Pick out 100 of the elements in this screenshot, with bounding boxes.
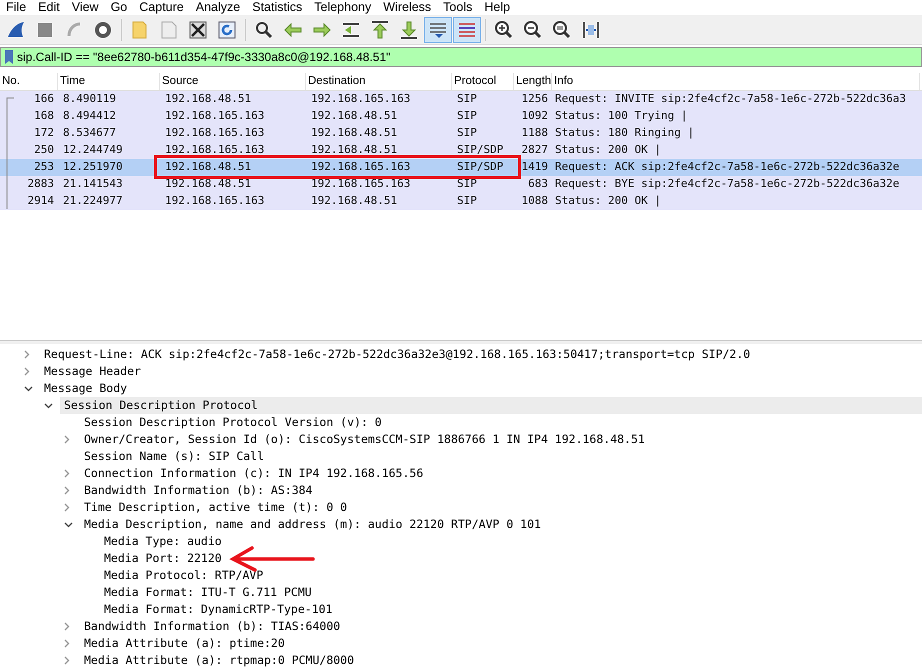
tree-item[interactable]: Media Description, name and address (m): audio 22120 RTP/AVP 0 101 <box>80 516 541 534</box>
table-cell: 1088 <box>522 194 548 208</box>
up-arrow-icon <box>369 18 391 40</box>
tree-item[interactable]: Bandwidth Information (b): AS:384 <box>80 482 312 500</box>
table-cell: 8.534677 <box>63 126 116 140</box>
table-cell: Request: INVITE sip:2fe4cf2c-7a58-1e6c-272b-522dc36a3 <box>555 92 906 106</box>
expand-chevron-icon[interactable] <box>64 622 70 631</box>
collapse-chevron-icon[interactable] <box>44 402 53 408</box>
tree-item[interactable]: Message Header <box>40 362 141 380</box>
table-cell: SIP/SDP <box>457 143 504 156</box>
packet-row[interactable]: 2883 21.141543 192.168.48.51 192.168.165.163 SIP 683 Request: BYE sip:2fe4cf2c-7a58-1e6c-272b-522dc36a32e <box>0 176 922 193</box>
packet-row[interactable]: 2914 21.224977 192.168.165.163 192.168.48.51 SIP 1088 Status: 200 OK | <box>0 193 922 210</box>
table-cell: 192.168.165.163 <box>311 177 410 190</box>
menu-item[interactable]: Tools <box>437 0 478 17</box>
collapse-chevron-icon[interactable] <box>24 386 33 392</box>
packet-row[interactable]: 253 12.251970 192.168.48.51 192.168.165.163 SIP/SDP 1419 Request: ACK sip:2fe4cf2c-7a58-1e6c-272b-522dc36a32e <box>0 159 922 176</box>
zoom-out-icon <box>522 18 544 40</box>
table-cell: 1092 <box>522 109 548 122</box>
table-cell: Status: 200 OK | <box>555 194 661 208</box>
tree-item[interactable]: Session Name (s): SIP Call <box>80 448 264 466</box>
tree-item[interactable]: Connection Information (c): IN IP4 192.168.165.56 <box>80 464 424 482</box>
menu-item[interactable]: View <box>66 0 105 17</box>
table-cell: 683 <box>528 177 548 190</box>
packet-row[interactable]: 172 8.534677 192.168.165.163 192.168.48.51 SIP 1188 Status: 180 Ringing | <box>0 125 922 142</box>
table-cell: 192.168.48.51 <box>165 160 252 174</box>
menu-item[interactable]: Analyze <box>190 0 246 17</box>
tree-item[interactable]: Media Type: audio <box>100 532 222 550</box>
tree-item[interactable]: Media Format: DynamicRTP-Type-101 <box>100 600 332 618</box>
table-cell: 1256 <box>522 92 548 106</box>
table-cell: 192.168.48.51 <box>165 92 252 106</box>
table-cell: 192.168.48.51 <box>311 126 398 140</box>
table-cell: SIP <box>457 92 477 106</box>
reload-icon <box>216 18 238 40</box>
tree-item[interactable]: Message Body <box>40 380 128 398</box>
expand-chevron-icon[interactable] <box>64 435 70 444</box>
table-cell: Request: ACK sip:2fe4cf2c-7a58-1e6c-272b-522dc36a32e <box>555 160 900 174</box>
expand-chevron-icon[interactable] <box>64 486 70 495</box>
table-cell: SIP <box>457 177 477 190</box>
expand-chevron-icon[interactable] <box>64 503 70 512</box>
tree-item[interactable]: Request-Line: ACK sip:2fe4cf2c-7a58-1e6c-272b-522dc36a32e3@192.168.165.163:50417;transport=tcp SIP/2.0 <box>40 346 750 364</box>
table-cell: 166 <box>34 92 54 106</box>
table-cell: 250 <box>34 143 54 156</box>
menu-item[interactable]: Go <box>104 0 134 17</box>
tree-item[interactable]: Session Description Protocol Version (v): 0 <box>80 414 382 432</box>
table-cell: 21.224977 <box>63 194 123 208</box>
expand-chevron-icon[interactable] <box>64 656 70 665</box>
column-header[interactable]: Source <box>160 73 306 90</box>
close-file-icon <box>187 18 209 40</box>
column-header[interactable]: Protocol <box>452 73 514 90</box>
menu-item[interactable]: Wireless <box>377 0 438 17</box>
expand-chevron-icon[interactable] <box>64 469 70 478</box>
toolbar-button[interactable] <box>453 16 481 42</box>
zoom-in-icon <box>493 18 515 40</box>
packet-row[interactable]: 168 8.494412 192.168.165.163 192.168.48.51 SIP 1092 Status: 100 Trying | <box>0 108 922 125</box>
table-cell: SIP <box>457 109 477 122</box>
packet-row[interactable]: 166 8.490119 192.168.48.51 192.168.165.163 SIP 1256 Request: INVITE sip:2fe4cf2c-7a58-1e6c-272b-522dc36a3 <box>0 91 922 108</box>
tree-item[interactable]: Session Description Protocol <box>60 396 922 414</box>
collapse-chevron-icon[interactable] <box>64 522 73 528</box>
down-arrow-icon <box>398 18 420 40</box>
menu-item[interactable]: Help <box>478 0 516 17</box>
tree-item[interactable]: Time Description, active time (t): 0 0 <box>80 498 348 516</box>
table-cell: 8.494412 <box>63 109 116 122</box>
table-cell: 168 <box>34 109 54 122</box>
table-cell: Status: 100 Trying | <box>555 109 688 122</box>
zoom-reset-icon <box>551 18 573 40</box>
menu-item[interactable]: Edit <box>32 0 66 17</box>
tree-item[interactable]: Media Attribute (a): rtpmap:0 PCMU/8000 <box>80 652 354 670</box>
expand-chevron-icon[interactable] <box>64 639 70 648</box>
table-cell: 172 <box>34 126 54 140</box>
menu-item[interactable]: File <box>0 0 32 17</box>
table-cell: 192.168.165.163 <box>165 194 264 208</box>
table-cell: 192.168.165.163 <box>165 126 264 140</box>
tree-item[interactable]: Owner/Creator, Session Id (o): CiscoSystemsCCM-SIP 1886766 1 IN IP4 192.168.48.51 <box>80 430 645 448</box>
table-cell: 192.168.48.51 <box>311 143 398 156</box>
menu-item[interactable]: Telephony <box>308 0 378 17</box>
bookmark-icon[interactable] <box>4 49 14 65</box>
table-cell: SIP <box>457 194 477 208</box>
menu-item[interactable]: Statistics <box>246 0 308 17</box>
table-cell: SIP <box>457 126 477 140</box>
table-cell: 1188 <box>522 126 548 140</box>
column-header[interactable]: No. <box>0 73 58 90</box>
expand-chevron-icon[interactable] <box>24 367 30 376</box>
conversation-bracket-icon <box>5 97 15 209</box>
table-cell: 8.490119 <box>63 92 116 106</box>
tree-item[interactable]: Media Port: 22120 <box>100 550 222 568</box>
column-header[interactable]: Length <box>514 73 552 90</box>
tree-item[interactable]: Media Protocol: RTP/AVP <box>100 566 264 584</box>
tree-item[interactable]: Media Format: ITU-T G.711 PCMU <box>100 584 312 602</box>
tree-item[interactable]: Media Attribute (a): ptime:20 <box>80 634 285 652</box>
table-cell: 192.168.48.51 <box>165 177 252 190</box>
tree-item[interactable]: Bandwidth Information (b): TIAS:64000 <box>80 618 340 636</box>
table-cell: 1419 <box>522 160 548 174</box>
packet-row[interactable]: 250 12.244749 192.168.165.163 192.168.48.51 SIP/SDP 2827 Status: 200 OK | <box>0 142 922 159</box>
menu-item[interactable]: Capture <box>133 0 190 17</box>
table-cell: 2914 <box>28 194 54 208</box>
column-header[interactable]: Destination <box>306 73 452 90</box>
column-header[interactable]: Time <box>58 73 160 90</box>
expand-chevron-icon[interactable] <box>24 350 30 359</box>
column-header[interactable]: Info <box>552 73 920 90</box>
table-cell: 2827 <box>522 143 548 156</box>
